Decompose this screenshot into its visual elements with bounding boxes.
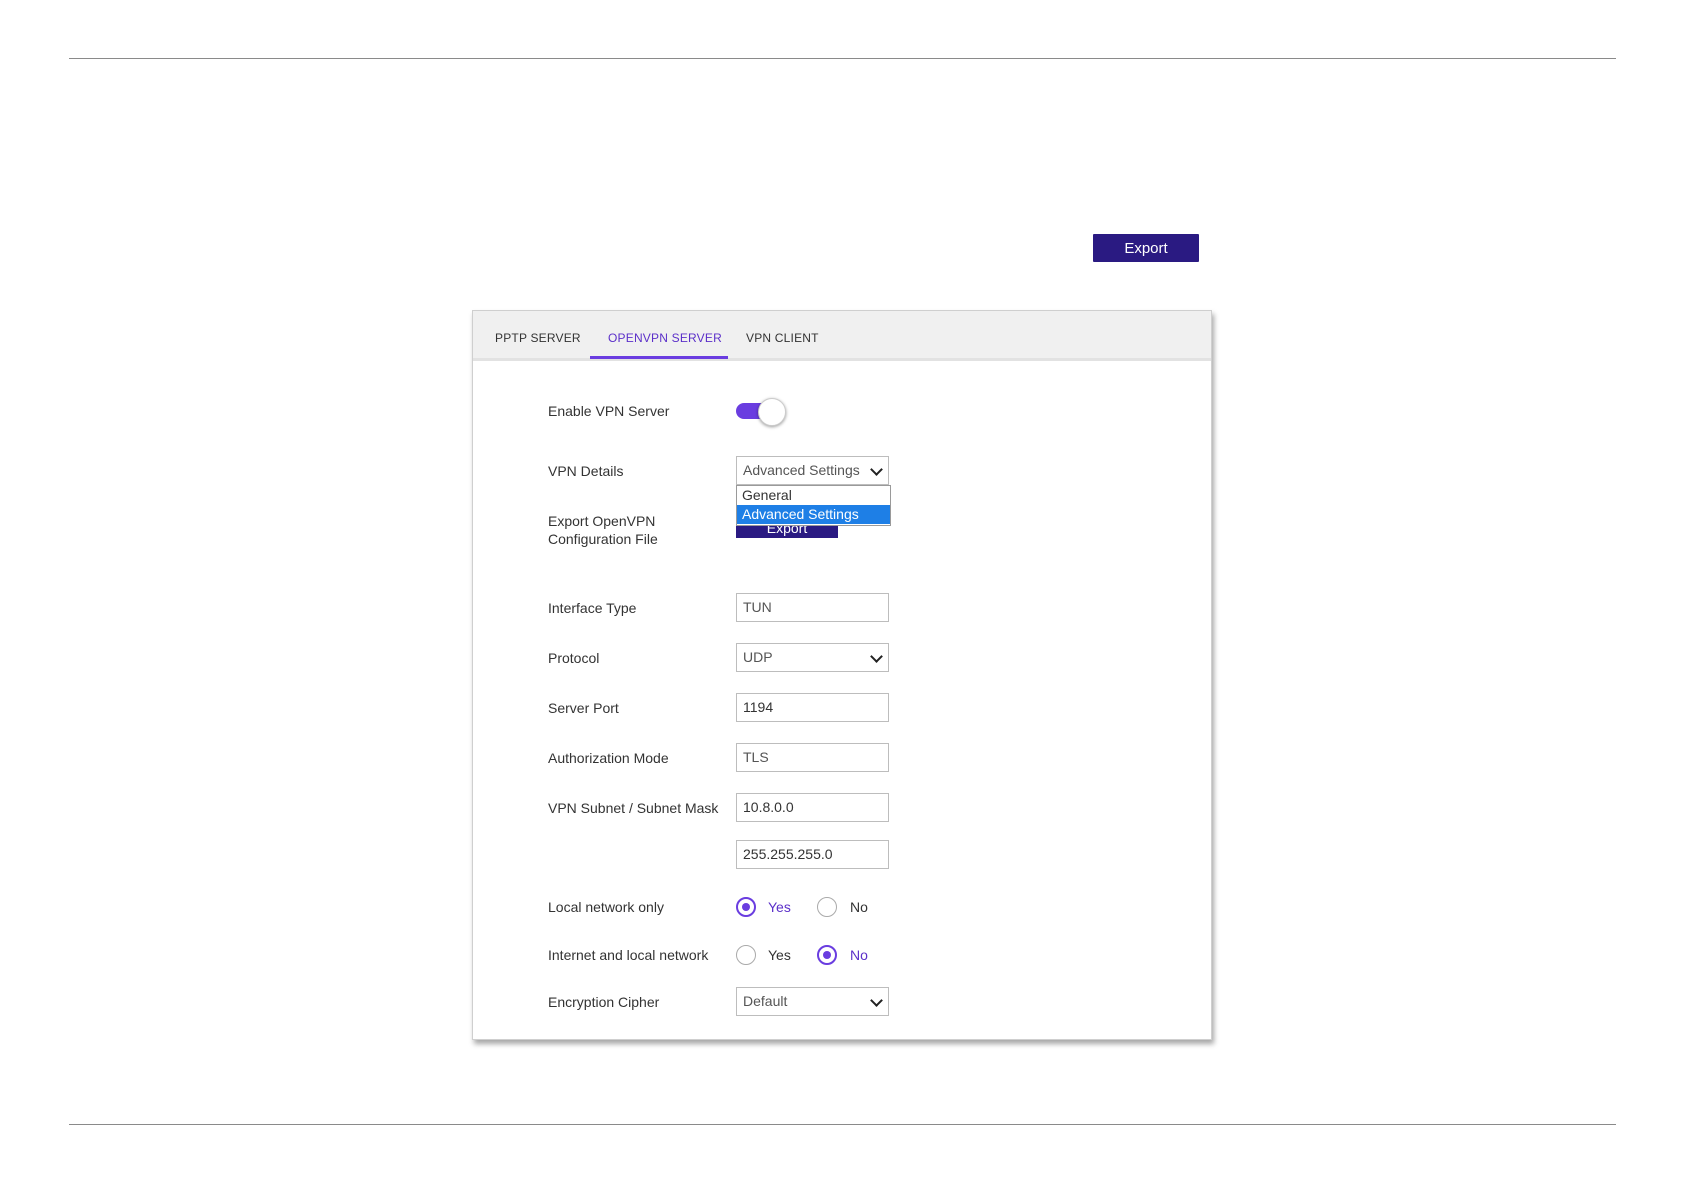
local-network-only-label: Local network only xyxy=(548,899,664,915)
internet-and-local-yes-label: Yes xyxy=(768,947,791,963)
server-port-input[interactable]: 1194 xyxy=(736,693,889,722)
local-network-only-no-radio[interactable] xyxy=(817,897,837,917)
enable-vpn-server-label: Enable VPN Server xyxy=(548,403,670,419)
subnet-mask-input[interactable]: 255.255.255.0 xyxy=(736,840,889,869)
export-config-label-line1: Export OpenVPN xyxy=(548,513,656,529)
local-network-only-yes-label: Yes xyxy=(768,899,791,915)
vpn-settings-panel: PPTP SERVER OPENVPN SERVER VPN CLIENT En… xyxy=(472,310,1212,1040)
vpn-details-select[interactable]: Advanced Settings xyxy=(736,456,889,485)
interface-type-field[interactable]: TUN xyxy=(736,593,889,622)
export-config-label-line2: Configuration File xyxy=(548,531,658,547)
authorization-mode-field[interactable]: TLS xyxy=(736,743,889,772)
vpn-details-value: Advanced Settings xyxy=(743,462,860,478)
tab-vpn-client[interactable]: VPN CLIENT xyxy=(746,331,819,345)
top-divider xyxy=(69,58,1616,59)
tab-bar: PPTP SERVER OPENVPN SERVER VPN CLIENT xyxy=(473,311,1211,361)
toggle-knob xyxy=(758,398,786,426)
encryption-cipher-select[interactable]: Default xyxy=(736,987,889,1016)
chevron-down-icon xyxy=(870,994,883,1007)
server-port-label: Server Port xyxy=(548,700,619,716)
tab-pptp-server[interactable]: PPTP SERVER xyxy=(495,331,581,345)
local-network-only-yes-radio[interactable] xyxy=(736,897,756,917)
tab-openvpn-server[interactable]: OPENVPN SERVER xyxy=(608,331,722,345)
internet-and-local-no-radio[interactable] xyxy=(817,945,837,965)
chevron-down-icon xyxy=(870,650,883,663)
active-tab-indicator xyxy=(590,356,728,359)
vpn-subnet-label: VPN Subnet / Subnet Mask xyxy=(548,800,719,816)
internet-and-local-label: Internet and local network xyxy=(548,947,709,963)
vpn-subnet-input[interactable]: 10.8.0.0 xyxy=(736,793,889,822)
vpn-subnet-value: 10.8.0.0 xyxy=(743,799,794,815)
internet-and-local-yes-radio[interactable] xyxy=(736,945,756,965)
protocol-select[interactable]: UDP xyxy=(736,643,889,672)
subnet-mask-value: 255.255.255.0 xyxy=(743,846,833,862)
protocol-label: Protocol xyxy=(548,650,600,666)
authorization-mode-label: Authorization Mode xyxy=(548,750,669,766)
encryption-cipher-label: Encryption Cipher xyxy=(548,994,660,1010)
protocol-value: UDP xyxy=(743,649,773,665)
interface-type-label: Interface Type xyxy=(548,600,637,616)
interface-type-value: TUN xyxy=(743,599,772,615)
encryption-cipher-value: Default xyxy=(743,993,788,1009)
internet-and-local-no-label: No xyxy=(850,947,868,963)
server-port-value: 1194 xyxy=(743,699,774,715)
vpn-details-label: VPN Details xyxy=(548,463,624,479)
local-network-only-no-label: No xyxy=(850,899,868,915)
vpn-details-dropdown: General Advanced Settings xyxy=(736,485,891,526)
authorization-mode-value: TLS xyxy=(743,749,769,765)
chevron-down-icon xyxy=(870,463,883,476)
bottom-divider xyxy=(69,1124,1616,1125)
export-button[interactable]: Export xyxy=(1093,234,1199,262)
dropdown-option-advanced-settings[interactable]: Advanced Settings xyxy=(737,505,890,524)
dropdown-option-general[interactable]: General xyxy=(737,486,890,505)
